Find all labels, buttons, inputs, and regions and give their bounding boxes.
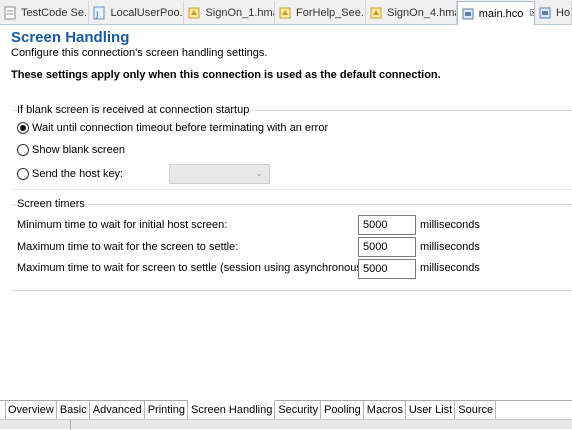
tab-printing[interactable]: Printing	[144, 401, 188, 419]
tab-macros[interactable]: Macros	[363, 401, 406, 419]
java-file-icon: J	[93, 6, 105, 20]
editor-tab-label: Ho	[556, 7, 571, 19]
connection-file-icon	[462, 8, 474, 19]
macro-file-icon	[370, 7, 382, 19]
editor-tab-testcode[interactable]: TestCode Se...	[0, 1, 90, 25]
radio-button[interactable]	[17, 144, 29, 156]
tab-advanced[interactable]: Advanced	[89, 401, 145, 419]
async-settle-timeout-input[interactable]: 5000	[358, 259, 416, 279]
radio-wait-timeout[interactable]: Wait until connection timeout before ter…	[17, 122, 328, 134]
timers-group-border	[12, 204, 572, 205]
initial-screen-timeout-input[interactable]: 5000	[358, 215, 416, 235]
timer-label-async-settle: Maximum time to wait for screen to settl…	[17, 262, 406, 274]
radio-send-host-key[interactable]: Send the host key:	[17, 168, 123, 180]
editor-tab-label: LocalUserPoo...	[110, 7, 185, 19]
connection-file-icon	[539, 7, 551, 19]
tab-pooling[interactable]: Pooling	[321, 401, 364, 419]
blank-screen-group-bottom	[12, 189, 572, 190]
macro-file-icon	[188, 7, 200, 19]
editor-tab-label: ForHelp_See...	[296, 7, 367, 19]
tab-screen-handling[interactable]: Screen Handling	[187, 400, 276, 419]
page-title: Screen Handling	[11, 29, 130, 46]
chevron-down-icon: ⌄	[255, 168, 263, 178]
bottom-panel-strip	[0, 419, 572, 430]
editor-tab-label: main.hco	[478, 7, 524, 20]
tab-overview[interactable]: Overview	[5, 401, 57, 419]
radio-show-blank-label: Show blank screen	[32, 144, 125, 156]
timer-label-screen-settle: Maximum time to wait for the screen to s…	[17, 241, 239, 253]
page-subtitle: Configure this connection's screen handl…	[11, 47, 268, 59]
radio-send-host-key-label: Send the host key:	[32, 168, 124, 180]
timer-unit: milliseconds	[420, 219, 480, 231]
tab-security[interactable]: Security	[275, 401, 322, 419]
test-file-icon	[4, 6, 16, 20]
editor-tab-forhelp[interactable]: ForHelp_See...	[275, 1, 367, 25]
default-connection-notice: These settings apply only when this conn…	[11, 69, 441, 81]
radio-wait-timeout-label: Wait until connection timeout before ter…	[32, 122, 329, 134]
editor-tab-label: SignOn_1.hma	[205, 7, 276, 19]
editor-tab-bar: TestCode Se... J LocalUserPoo... SignOn_…	[0, 0, 572, 26]
editor-tab-localuserpool[interactable]: J LocalUserPoo...	[89, 1, 185, 25]
timer-unit: milliseconds	[420, 241, 480, 253]
timers-group-title: Screen timers	[17, 198, 88, 210]
svg-text:J: J	[95, 10, 98, 19]
editor-tab-signon-4[interactable]: SignOn_4.hma	[366, 1, 457, 25]
editor-tab-signon-1[interactable]: SignOn_1.hma	[184, 1, 276, 25]
radio-button-selected[interactable]	[17, 122, 29, 134]
tab-user-list[interactable]: User List	[405, 401, 456, 419]
timers-group-bottom	[12, 290, 572, 291]
radio-button[interactable]	[17, 168, 29, 180]
timer-label-initial-screen: Minimum time to wait for initial host sc…	[17, 219, 228, 231]
editor-tab-label: TestCode Se...	[21, 7, 90, 19]
blank-screen-group-title: If blank screen is received at connectio…	[17, 104, 253, 116]
host-key-select[interactable]: ⌄	[169, 164, 270, 184]
editor-tab-main-hco[interactable]: main.hco ☒	[456, 1, 536, 26]
macro-file-icon	[279, 7, 291, 19]
editor-tab-ho[interactable]: Ho	[535, 1, 572, 25]
tab-source[interactable]: Source	[455, 401, 497, 419]
tab-basic[interactable]: Basic	[56, 401, 90, 419]
radio-show-blank-screen[interactable]: Show blank screen	[17, 144, 125, 156]
timer-unit: milliseconds	[420, 262, 480, 274]
editor-page-tabs: Overview Basic Advanced Printing Screen …	[0, 400, 572, 419]
editor-tab-label: SignOn_4.hma	[387, 7, 457, 19]
screen-settle-timeout-input[interactable]: 5000	[358, 237, 416, 257]
